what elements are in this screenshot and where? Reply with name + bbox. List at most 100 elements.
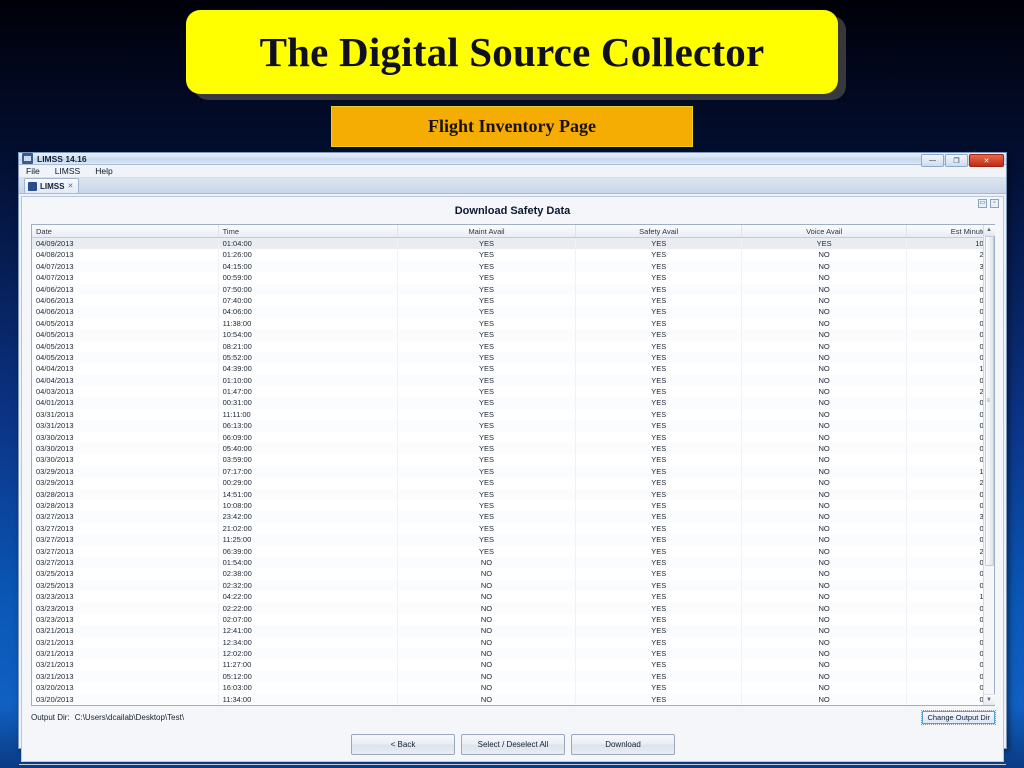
cell-time: 04:15:00 <box>219 260 398 273</box>
download-button[interactable]: Download <box>571 734 675 756</box>
scrollbar-track[interactable] <box>984 236 995 694</box>
table-row[interactable]: 04/03/201301:47:00YESYESNO2.2 <box>32 386 994 398</box>
table-row[interactable]: 03/31/201306:13:00YESYESNO0.1 <box>32 420 994 432</box>
select-deselect-all-button[interactable]: Select / Deselect All <box>461 734 565 756</box>
table-row[interactable]: 03/27/201321:02:00YESYESNO0.0 <box>32 522 994 535</box>
cell-safety-avail: YES <box>576 454 742 466</box>
back-button[interactable]: < Back <box>351 734 455 756</box>
table-row[interactable]: 03/21/201312:41:00NOYESNO0.0 <box>32 625 994 637</box>
cell-est-minutes: 0.0 <box>907 352 994 363</box>
table-row[interactable]: 03/29/201300:29:00YESYESNO2.0 <box>32 477 994 489</box>
table-row[interactable]: 04/08/201301:26:00YESYESNO2.0 <box>32 249 994 261</box>
table-row[interactable]: 04/01/201300:31:00YESYESNO0.0 <box>32 397 994 409</box>
table-row[interactable]: 03/25/201302:38:00NOYESNO0.0 <box>32 568 994 580</box>
table-row[interactable]: 04/06/201304:06:00YESYESNO0.5 <box>32 306 994 318</box>
minimize-button[interactable]: — <box>921 154 944 167</box>
scrollbar-thumb[interactable] <box>984 236 994 566</box>
table-row[interactable]: 03/21/201305:12:00NOYESNO0.4 <box>32 670 994 683</box>
cell-est-minutes: 0.2 <box>907 409 994 420</box>
cell-est-minutes: 0.0 <box>907 568 994 579</box>
cell-voice-avail: NO <box>742 602 908 614</box>
menu-item-limss[interactable]: LIMSS <box>53 165 83 177</box>
cell-voice-avail: NO <box>742 317 908 330</box>
cell-time: 01:54:00 <box>219 556 398 569</box>
menu-item-help[interactable]: Help <box>93 165 114 177</box>
table-row[interactable]: 04/05/201308:21:00YESYESNO0.1 <box>32 340 994 352</box>
cell-maint-avail: YES <box>398 511 577 523</box>
table-row[interactable]: 03/20/201311:34:00NOYESNO0.0 <box>32 693 994 706</box>
tab-close-icon[interactable]: ✕ <box>67 182 73 190</box>
cell-maint-avail: YES <box>398 317 577 330</box>
table-row[interactable]: 03/27/201301:54:00NOYESNO0.4 <box>32 556 994 569</box>
cell-time: 11:27:00 <box>219 659 398 671</box>
table-row[interactable]: 04/07/201304:15:00YESYESNO3.1 <box>32 260 994 273</box>
maximize-button[interactable]: ❐ <box>945 154 968 167</box>
window-title: LIMSS 14.16 <box>37 153 87 164</box>
cell-time: 05:12:00 <box>219 670 398 683</box>
table-row[interactable]: 03/30/201303:59:00YESYESNO0.0 <box>32 454 994 466</box>
table-row[interactable]: 04/05/201311:38:00YESYESNO0.0 <box>32 317 994 330</box>
column-header-est-minutes[interactable]: Est Minutes <box>907 225 994 237</box>
cell-date: 03/30/2013 <box>32 443 219 455</box>
cell-safety-avail: YES <box>576 443 742 455</box>
page-subtitle: Flight Inventory Page <box>428 116 596 136</box>
column-header-date[interactable]: Date <box>32 225 219 237</box>
cell-maint-avail: YES <box>398 340 577 352</box>
tab-limss[interactable]: LIMSS ✕ <box>24 178 80 193</box>
table-row[interactable]: 03/27/201323:42:00YESYESNO3.1 <box>32 511 994 523</box>
table-row[interactable]: 04/09/201301:04:00YESYESYES10.5 <box>32 238 994 250</box>
table-row[interactable]: 03/25/201302:32:00NOYESNO0.0 <box>32 579 994 592</box>
table-row[interactable]: 03/21/201312:34:00NOYESNO0.0 <box>32 636 994 649</box>
cell-safety-avail: YES <box>576 488 742 500</box>
table-row[interactable]: 03/23/201304:22:00NOYESNO1.3 <box>32 591 994 603</box>
table-row[interactable]: 04/06/201307:40:00YESYESNO0.0 <box>32 294 994 307</box>
cell-voice-avail: NO <box>742 340 908 352</box>
table-row[interactable]: 03/27/201306:39:00YESYESNO2.0 <box>32 545 994 557</box>
table-row[interactable]: 04/06/201307:50:00YESYESNO0.8 <box>32 283 994 295</box>
mdi-restore-button[interactable]: ▭ <box>978 199 987 208</box>
table-row[interactable]: 04/04/201301:10:00YESYESNO0.6 <box>32 374 994 387</box>
cell-maint-avail: YES <box>398 477 577 489</box>
grid-vertical-scrollbar[interactable]: ▲ ▼ <box>983 225 995 706</box>
grid-body[interactable]: 04/09/201301:04:00YESYESYES10.504/08/201… <box>32 238 994 706</box>
table-row[interactable]: 03/31/201311:11:00YESYESNO0.2 <box>32 408 994 421</box>
output-dir-row: Output Dir: C:\Users\dcailab\Desktop\Tes… <box>31 710 996 728</box>
window-titlebar[interactable]: LIMSS 14.16 — ❐ ✕ <box>19 153 1006 167</box>
column-header-time[interactable]: Time <box>219 225 398 237</box>
table-row[interactable]: 03/21/201312:02:00NOYESNO0.0 <box>32 648 994 660</box>
table-row[interactable]: 04/04/201304:39:00YESYESNO1.9 <box>32 363 994 375</box>
cell-est-minutes: 0.0 <box>907 295 994 306</box>
footer-panel: Output Dir: C:\Users\dcailab\Desktop\Tes… <box>22 706 1003 761</box>
table-row[interactable]: 03/21/201311:27:00NOYESNO0.0 <box>32 659 994 671</box>
column-header-voice-avail[interactable]: Voice Avail <box>742 225 908 237</box>
table-row[interactable]: 03/29/201307:17:00YESYESNO1.0 <box>32 465 994 478</box>
menu-item-file[interactable]: File <box>24 165 42 177</box>
column-header-maint-avail[interactable]: Maint Avail <box>398 225 577 237</box>
scroll-up-arrow-icon[interactable]: ▲ <box>983 225 995 236</box>
mdi-maximize-button[interactable]: ▫ <box>990 199 999 208</box>
cell-time: 00:29:00 <box>219 477 398 489</box>
table-row[interactable]: 03/20/201316:03:00NOYESNO0.0 <box>32 682 994 694</box>
table-row[interactable]: 03/28/201314:51:00YESYESNO0.0 <box>32 488 994 500</box>
table-row[interactable]: 03/30/201306:09:00YESYESNO0.6 <box>32 431 994 444</box>
column-header-safety-avail[interactable]: Safety Avail <box>576 225 742 237</box>
cell-safety-avail: YES <box>576 374 742 387</box>
cell-safety-avail: YES <box>576 511 742 523</box>
table-row[interactable]: 03/23/201302:22:00NOYESNO0.3 <box>32 602 994 614</box>
table-row[interactable]: 03/28/201310:08:00YESYESNO0.0 <box>32 499 994 512</box>
cell-safety-avail: YES <box>576 579 742 592</box>
scroll-down-arrow-icon[interactable]: ▼ <box>983 694 995 706</box>
cell-safety-avail: YES <box>576 260 742 273</box>
cell-date: 03/20/2013 <box>32 682 219 694</box>
cell-safety-avail: YES <box>576 397 742 409</box>
cell-time: 05:52:00 <box>219 351 398 364</box>
table-row[interactable]: 04/07/201300:59:00YESYESNO0.9 <box>32 272 994 284</box>
table-row[interactable]: 03/27/201311:25:00YESYESNO0.0 <box>32 534 994 546</box>
table-row[interactable]: 03/30/201305:40:00YESYESNO0.0 <box>32 443 994 455</box>
close-button[interactable]: ✕ <box>969 154 1004 167</box>
cell-time: 02:07:00 <box>219 613 398 626</box>
change-output-dir-button[interactable]: Change Output Dir <box>921 710 996 726</box>
table-row[interactable]: 03/23/201302:07:00NOYESNO0.0 <box>32 613 994 626</box>
table-row[interactable]: 04/05/201310:54:00YESYESNO0.0 <box>32 329 994 341</box>
table-row[interactable]: 04/05/201305:52:00YESYESNO0.0 <box>32 351 994 364</box>
